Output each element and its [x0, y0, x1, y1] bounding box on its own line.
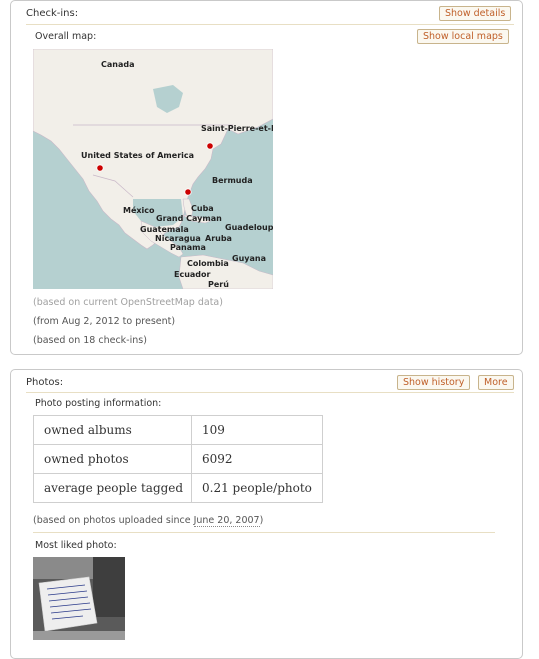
svg-text:United States of America: United States of America — [81, 151, 194, 160]
row-key: average people tagged — [33, 473, 192, 503]
map-graphic: Canada United States of America Saint-Pi… — [33, 49, 273, 289]
table-row: owned albums 109 — [33, 415, 323, 445]
svg-text:Panama: Panama — [170, 243, 206, 252]
show-history-button[interactable]: Show history — [397, 375, 471, 390]
row-key: owned photos — [33, 444, 192, 474]
table-row: average people tagged 0.21 people/photo — [33, 473, 323, 503]
since-suffix: ) — [259, 515, 264, 526]
svg-text:Canada: Canada — [101, 60, 135, 69]
photos-since-note: (based on photos uploaded since June 20,… — [33, 515, 264, 527]
photo-posting-label: Photo posting information: — [35, 398, 162, 409]
since-prefix: (based on photos uploaded since — [33, 515, 194, 526]
svg-text:Cuba: Cuba — [191, 204, 214, 213]
row-key: owned albums — [33, 415, 192, 445]
checkins-map[interactable]: Canada United States of America Saint-Pi… — [33, 49, 273, 289]
svg-text:Perú: Perú — [208, 280, 229, 289]
show-local-maps-button[interactable]: Show local maps — [417, 29, 509, 44]
svg-text:Ecuador: Ecuador — [174, 270, 211, 279]
svg-text:Saint-Pierre-et-M: Saint-Pierre-et-M — [201, 124, 273, 133]
svg-text:México: México — [123, 205, 155, 215]
svg-text:Aruba: Aruba — [205, 234, 232, 243]
row-value: 0.21 people/photo — [191, 473, 323, 503]
svg-text:Guatemala: Guatemala — [140, 225, 189, 234]
since-date-link[interactable]: June 20, 2007 — [193, 515, 260, 527]
svg-text:Grand Cayman: Grand Cayman — [156, 214, 222, 223]
more-button[interactable]: More — [478, 375, 514, 390]
photos-divider — [26, 392, 514, 393]
svg-text:Colombia: Colombia — [187, 259, 229, 268]
photos-title: Photos: — [26, 377, 64, 388]
row-value: 109 — [191, 415, 323, 445]
svg-text:Guyana: Guyana — [232, 254, 266, 263]
svg-text:Guadeloupe: Guadeloupe — [225, 223, 273, 232]
most-liked-photo[interactable] — [33, 557, 125, 640]
checkin-marker[interactable] — [184, 188, 192, 196]
most-liked-label: Most liked photo: — [35, 540, 117, 551]
checkins-count-note: (based on 18 check-ins) — [33, 335, 147, 346]
table-row: owned photos 6092 — [33, 444, 323, 474]
photo-thumbnail — [33, 557, 125, 640]
map-source-note: (based on current OpenStreetMap data) — [33, 297, 223, 308]
overall-map-label: Overall map: — [35, 31, 97, 42]
svg-text:Bermuda: Bermuda — [212, 176, 253, 185]
checkin-marker[interactable] — [206, 142, 214, 150]
checkin-marker[interactable] — [96, 164, 104, 172]
svg-text:Nicaragua: Nicaragua — [155, 234, 201, 243]
checkins-divider — [26, 24, 514, 25]
checkins-title: Check-ins: — [26, 8, 79, 19]
photos-section-divider — [33, 532, 495, 533]
photo-info-table: owned albums 109 owned photos 6092 avera… — [33, 415, 323, 503]
row-value: 6092 — [191, 444, 323, 474]
checkins-date-range: (from Aug 2, 2012 to present) — [33, 316, 176, 327]
show-details-button[interactable]: Show details — [439, 6, 512, 21]
